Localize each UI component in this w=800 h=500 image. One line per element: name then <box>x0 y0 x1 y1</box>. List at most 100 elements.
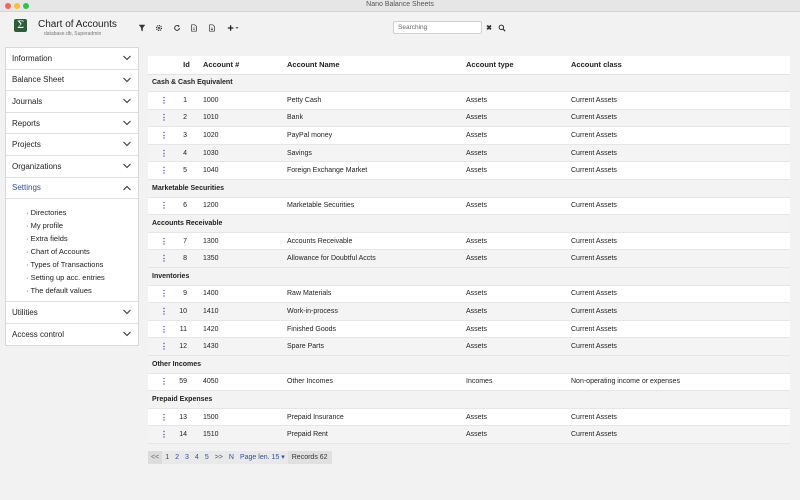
column-header-account-name[interactable]: Account Name <box>287 56 466 75</box>
table-row[interactable]: ⋮ 14 1510 Prepaid Rent Assets Current Assets <box>148 425 790 444</box>
row-menu-icon[interactable]: ⋮ <box>148 337 170 356</box>
table-row[interactable]: ⋮ 5 1040 Foreign Exchange Market Assets Curre… <box>148 161 790 181</box>
column-header-account-number[interactable]: Account # <box>203 56 287 75</box>
gear-icon[interactable] <box>152 22 166 34</box>
row-menu-icon[interactable]: ⋮ <box>148 302 170 321</box>
add-icon[interactable] <box>224 22 242 34</box>
first-page-button[interactable]: << <box>148 451 163 464</box>
cell-account-number[interactable]: 1300 <box>203 232 287 251</box>
cell-account-number[interactable]: 1000 <box>203 91 287 110</box>
document-icon[interactable] <box>187 22 201 34</box>
cell-account-number[interactable]: 4050 <box>203 373 287 392</box>
row-menu-icon[interactable]: ⋮ <box>148 425 170 444</box>
cell-account-number[interactable]: 1030 <box>203 144 287 163</box>
page-button-1[interactable]: 1 <box>162 451 172 464</box>
cell-account-type: Assets <box>466 320 571 339</box>
page-button-2[interactable]: 2 <box>172 451 182 464</box>
row-menu-icon[interactable]: ⋮ <box>148 109 170 128</box>
submenu-item-chart-of-accounts[interactable]: · Chart of Accounts <box>26 245 138 258</box>
submenu-item-my-profile[interactable]: · My profile <box>26 219 138 232</box>
chevron-up-icon <box>123 185 131 190</box>
cell-account-number[interactable]: 1010 <box>203 109 287 128</box>
page-length-select[interactable]: Page len. 15 ▾ <box>237 451 288 464</box>
refresh-icon[interactable] <box>170 22 184 34</box>
cell-account-name: Other Incomes <box>287 373 466 392</box>
row-menu-icon[interactable]: ⋮ <box>148 197 170 216</box>
cell-account-number[interactable]: 1420 <box>203 320 287 339</box>
cell-account-number[interactable]: 1410 <box>203 302 287 321</box>
sidebar-item-journals[interactable]: Journals <box>6 91 138 113</box>
row-menu-icon[interactable]: ⋮ <box>148 232 170 251</box>
cell-account-number[interactable]: 1430 <box>203 337 287 356</box>
cell-account-name: Raw Materials <box>287 285 466 304</box>
cell-account-number[interactable]: 1500 <box>203 408 287 427</box>
cell-account-number[interactable]: 1350 <box>203 249 287 269</box>
submenu-item-directories[interactable]: · Directories <box>26 206 138 219</box>
table-row[interactable]: ⋮ 6 1200 Marketable Securities Assets Current… <box>148 197 790 216</box>
table-row[interactable]: ⋮ 3 1020 PayPal money Assets Current Assets <box>148 126 790 145</box>
table-row[interactable]: ⋮ 11 1420 Finished Goods Assets Current Asset… <box>148 320 790 339</box>
sidebar-item-settings[interactable]: Settings <box>6 178 138 200</box>
cell-account-type: Assets <box>466 425 571 444</box>
last-page-button[interactable]: N <box>226 451 237 464</box>
search-icon[interactable] <box>495 22 509 34</box>
table-row[interactable]: ⋮ 8 1350 Allowance for Doubtful Accts Assets… <box>148 249 790 269</box>
row-menu-icon[interactable]: ⋮ <box>148 320 170 339</box>
submenu-item-setting-up-entries[interactable]: · Setting up acc. entries <box>26 271 138 284</box>
chevron-down-icon <box>123 331 131 336</box>
sidebar-item-access-control[interactable]: Access control <box>6 324 138 346</box>
cell-account-class: Current Assets <box>571 161 790 181</box>
cell-id: 9 <box>170 285 203 304</box>
cell-id: 10 <box>170 302 203 321</box>
cell-account-number[interactable]: 1510 <box>203 425 287 444</box>
table-row[interactable]: ⋮ 1 1000 Petty Cash Assets Current Assets <box>148 91 790 110</box>
table-row[interactable]: ⋮ 7 1300 Accounts Receivable Assets Current A… <box>148 232 790 251</box>
row-menu-icon[interactable]: ⋮ <box>148 126 170 145</box>
table-row[interactable]: ⋮ 9 1400 Raw Materials Assets Current Assets <box>148 285 790 304</box>
row-menu-icon[interactable]: ⋮ <box>148 91 170 110</box>
cell-account-number[interactable]: 1020 <box>203 126 287 145</box>
row-menu-icon[interactable]: ⋮ <box>148 285 170 304</box>
sidebar-item-projects[interactable]: Projects <box>6 134 138 156</box>
table-row[interactable]: ⋮ 4 1030 Savings Assets Current Assets <box>148 144 790 163</box>
row-menu-icon[interactable]: ⋮ <box>148 408 170 427</box>
sidebar-item-organizations[interactable]: Organizations <box>6 156 138 178</box>
row-menu-icon[interactable]: ⋮ <box>148 373 170 392</box>
chevron-down-icon <box>123 55 131 61</box>
page-button-5[interactable]: 5 <box>202 451 212 464</box>
cell-account-type: Assets <box>466 197 571 216</box>
sidebar-item-reports[interactable]: Reports <box>6 113 138 135</box>
row-menu-icon[interactable]: ⋮ <box>148 161 170 181</box>
sidebar-item-information[interactable]: Information <box>6 48 138 70</box>
search-input[interactable] <box>393 21 482 34</box>
submenu-item-extra-fields[interactable]: · Extra fields <box>26 232 138 245</box>
cell-account-type: Assets <box>466 109 571 128</box>
export-icon[interactable] <box>205 22 219 34</box>
submenu-item-default-values[interactable]: · The default values <box>26 284 138 297</box>
submenu-item-types-of-transactions[interactable]: · Types of Transactions <box>26 258 138 271</box>
table-row[interactable]: ⋮ 12 1430 Spare Parts Assets Current Assets <box>148 337 790 356</box>
sidebar-item-balance-sheet[interactable]: Balance Sheet <box>6 70 138 92</box>
clear-search-icon[interactable]: ✖ <box>482 22 496 34</box>
group-name: Accounts Receivable <box>148 214 790 233</box>
cell-account-number[interactable]: 1400 <box>203 285 287 304</box>
chevron-down-icon <box>123 309 131 315</box>
table-row[interactable]: ⋮ 10 1410 Work-in-process Assets Current Asse… <box>148 302 790 321</box>
filter-icon[interactable] <box>135 22 149 34</box>
cell-account-number[interactable]: 1200 <box>203 197 287 216</box>
table-row[interactable]: ⋮ 13 1500 Prepaid Insurance Assets Current As… <box>148 408 790 427</box>
next-pages-button[interactable]: >> <box>212 451 226 464</box>
table-row[interactable]: ⋮ 2 1010 Bank Assets Current Assets <box>148 109 790 128</box>
cell-account-type: Incomes <box>466 373 571 392</box>
cell-account-number[interactable]: 1040 <box>203 161 287 181</box>
sidebar-item-utilities[interactable]: Utilities <box>6 302 138 324</box>
sidebar-item-label: Reports <box>12 118 41 128</box>
page-button-3[interactable]: 3 <box>182 451 192 464</box>
row-menu-icon[interactable]: ⋮ <box>148 249 170 269</box>
column-header-account-class[interactable]: Account class <box>571 56 790 75</box>
column-header-id[interactable]: Id <box>170 56 203 75</box>
row-menu-icon[interactable]: ⋮ <box>148 144 170 163</box>
page-button-4[interactable]: 4 <box>192 451 202 464</box>
column-header-account-type[interactable]: Account type <box>466 56 571 75</box>
table-row[interactable]: ⋮ 59 4050 Other Incomes Incomes Non-operating… <box>148 373 790 392</box>
